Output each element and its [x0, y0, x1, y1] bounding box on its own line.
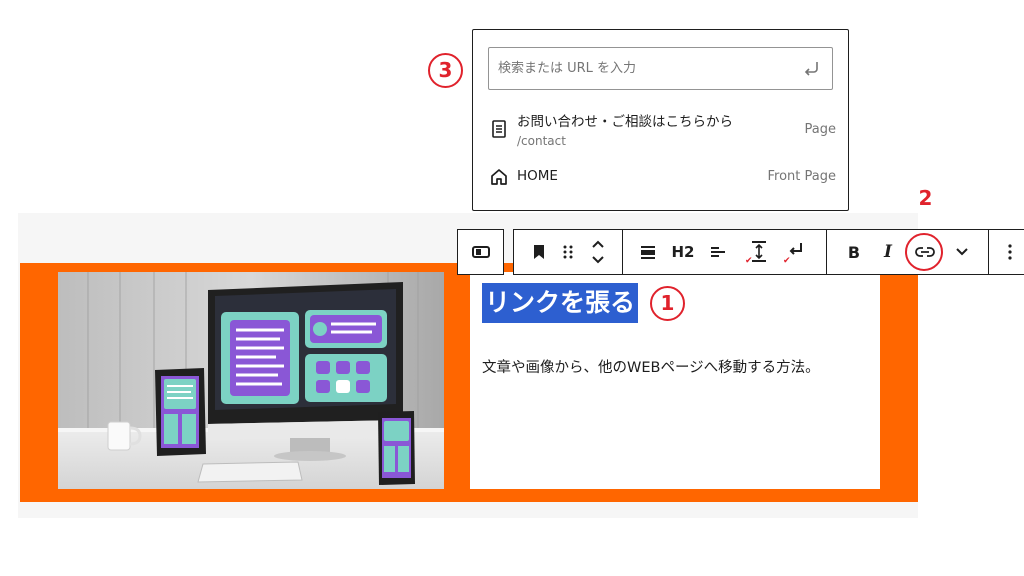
suggestion-type: Page: [804, 122, 836, 137]
link-highlight-ring: [905, 233, 943, 271]
suggestion-url: /contact: [517, 134, 566, 148]
toolbar-separator: [826, 230, 827, 274]
toolbar-separator: [622, 230, 623, 274]
suggestion-title: HOME: [517, 168, 558, 184]
link-search-field[interactable]: [488, 47, 833, 90]
block-type-icon[interactable]: [458, 230, 503, 274]
text-align-icon[interactable]: [704, 230, 732, 274]
selected-heading[interactable]: リンクを張る: [482, 283, 639, 323]
suggestion-title: お問い合わせ・ご相談はこちらから: [517, 114, 733, 130]
suggestion-item[interactable]: HOME Front Page: [473, 162, 848, 194]
bookmark-icon[interactable]: [524, 230, 554, 274]
callout-2: 2: [918, 186, 933, 210]
line-break-icon[interactable]: ✔: [778, 230, 810, 274]
callout-3: 3: [428, 53, 463, 88]
link-search-input[interactable]: [498, 48, 798, 89]
link-popover: お問い合わせ・ご相談はこちらから /contact Page HOME Fron…: [472, 29, 849, 211]
paragraph-text[interactable]: 文章や画像から、他のWEBページへ移動する方法。: [482, 356, 820, 377]
home-icon: [489, 167, 509, 187]
svg-text:✔: ✔: [745, 256, 753, 265]
toolbar-separator: [988, 230, 989, 274]
drag-handle-icon[interactable]: [556, 230, 580, 274]
italic-button[interactable]: I: [874, 230, 902, 274]
suggestion-type: Front Page: [767, 169, 837, 184]
page-icon: [489, 119, 509, 139]
callout-1: 1: [650, 286, 685, 321]
svg-text:✔: ✔: [783, 256, 791, 265]
heading-level-button[interactable]: H2: [668, 230, 698, 274]
chevron-down-icon[interactable]: [950, 230, 974, 274]
more-options-icon[interactable]: [998, 230, 1022, 274]
move-up-down-icon[interactable]: [586, 230, 610, 274]
line-height-icon[interactable]: ✔: [740, 230, 772, 274]
block-parent-selector[interactable]: [457, 229, 504, 275]
submit-return-icon[interactable]: [802, 59, 822, 79]
suggestion-item[interactable]: お問い合わせ・ご相談はこちらから /contact Page: [473, 105, 848, 155]
align-icon[interactable]: [634, 230, 662, 274]
bold-button[interactable]: B: [840, 230, 868, 274]
block-toolbar: H2 ✔ ✔ B I: [513, 229, 1024, 275]
devices-image[interactable]: [58, 272, 444, 489]
